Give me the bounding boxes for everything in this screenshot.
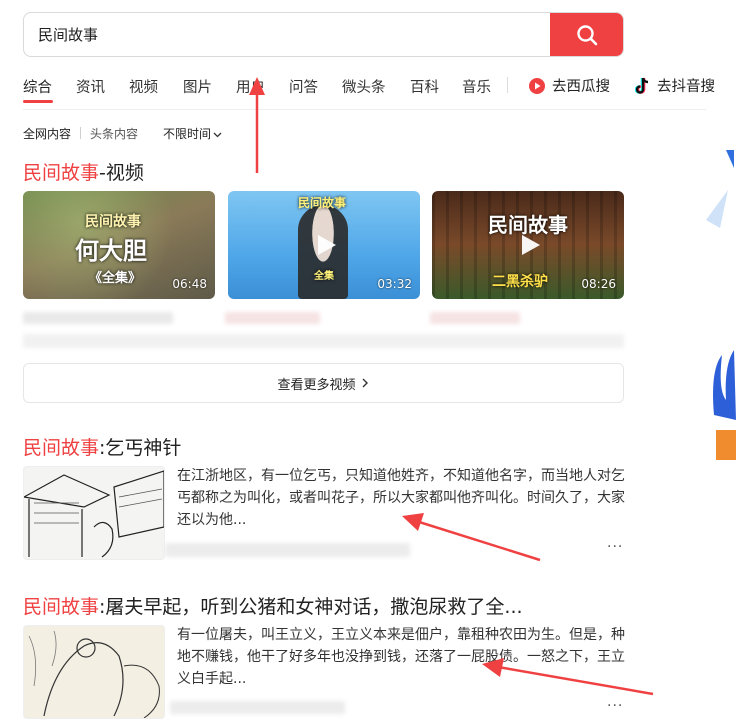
video-overlay-sub: 二黑杀驴 — [492, 274, 548, 290]
filter-all-web[interactable]: 全网内容 — [23, 125, 71, 142]
result-thumbnail[interactable] — [23, 625, 165, 719]
blurred-video-meta — [430, 312, 520, 324]
video-overlay-title: 民间故事 — [488, 213, 568, 237]
chevron-down-icon — [213, 132, 222, 137]
video-section-title[interactable]: 民间故事-视频 — [23, 158, 144, 185]
douyin-search-link[interactable]: 去抖音搜 — [635, 75, 715, 96]
more-videos-label: 查看更多视频 — [277, 377, 356, 393]
search-button[interactable] — [550, 13, 623, 56]
illustration-sketch — [24, 470, 164, 558]
tab-divider — [507, 77, 508, 93]
more-videos-button[interactable]: 查看更多视频 — [23, 363, 624, 403]
tab-all[interactable]: 综合 — [23, 76, 52, 97]
chevron-right-icon — [362, 378, 368, 388]
filter-divider — [80, 127, 81, 139]
video-duration: 08:26 — [581, 277, 616, 291]
tab-images[interactable]: 图片 — [183, 76, 212, 97]
douyin-note-icon — [635, 77, 649, 94]
xigua-search-label: 去西瓜搜 — [552, 79, 610, 95]
search-tabs: 综合 资讯 视频 图片 用户 问答 微头条 百科 音乐 去西瓜搜 去抖音搜 — [23, 72, 715, 106]
more-options-button[interactable]: ··· — [607, 698, 623, 714]
tabs-divider — [23, 109, 706, 110]
result-title-rest: :屠夫早起，听到公猪和女神对话，撒泡尿救了全... — [99, 596, 523, 618]
tab-video[interactable]: 视频 — [129, 76, 158, 97]
result-title-highlight: 民间故事 — [23, 596, 100, 618]
tab-qa[interactable]: 问答 — [289, 76, 318, 97]
active-tab-indicator — [23, 100, 53, 103]
tab-music[interactable]: 音乐 — [462, 76, 491, 97]
search-input[interactable] — [24, 13, 551, 56]
filter-time-label: 不限时间 — [163, 127, 212, 141]
xigua-play-icon — [529, 77, 545, 94]
blurred-video-meta — [225, 312, 320, 324]
search-box — [23, 12, 624, 57]
filter-time[interactable]: 不限时间 — [163, 125, 222, 142]
tab-users[interactable]: 用户 — [236, 76, 265, 97]
right-sidebar-banner — [706, 150, 736, 470]
video-duration: 06:48 — [172, 277, 207, 291]
video-card[interactable]: 民间故事 二黑杀驴 08:26 — [432, 191, 624, 299]
blurred-result-meta — [170, 701, 345, 714]
search-icon — [576, 24, 597, 45]
result-snippet: 在江浙地区，有一位乞丐，只知道他姓齐，不知道他名字，而当地人对乞丐都称之为叫化，… — [177, 468, 625, 528]
video-overlay-sub: 全集 — [314, 271, 334, 282]
filter-toutiao[interactable]: 头条内容 — [90, 125, 138, 142]
more-options-button[interactable]: ··· — [607, 539, 623, 555]
result-title-highlight: 民间故事 — [23, 437, 100, 459]
result-title-rest: :乞丐神针 — [99, 437, 182, 459]
result-title[interactable]: 民间故事:乞丐神针 — [23, 433, 181, 460]
blurred-result-meta — [165, 543, 410, 557]
tab-weitoutiao[interactable]: 微头条 — [342, 76, 386, 97]
video-card[interactable]: 民间故事 全集 03:32 — [228, 191, 420, 299]
video-card[interactable]: 民间故事 何大胆 《全集》 06:48 — [23, 191, 215, 299]
tab-baike[interactable]: 百科 — [410, 76, 439, 97]
video-overlay-title: 民间故事 — [298, 196, 347, 210]
blurred-video-meta — [23, 334, 624, 348]
video-overlay-main: 何大胆 — [75, 237, 147, 265]
video-overlay-sub: 《全集》 — [89, 271, 142, 286]
result-title[interactable]: 民间故事:屠夫早起，听到公猪和女神对话，撒泡尿救了全... — [23, 592, 523, 619]
tab-news[interactable]: 资讯 — [76, 76, 105, 97]
result-snippet: 有一位屠夫，叫王立义，王立义本来是佃户，靠租种农田为生。但是，种地不赚钱，他干了… — [177, 627, 625, 687]
video-duration: 03:32 — [377, 277, 412, 291]
blurred-video-meta — [23, 312, 173, 324]
plant-illustration-icon — [706, 150, 736, 460]
illustration-sketch — [28, 630, 160, 718]
play-icon — [522, 235, 540, 255]
xigua-search-link[interactable]: 去西瓜搜 — [528, 75, 610, 96]
video-section-title-rest: -视频 — [99, 162, 144, 184]
play-icon — [318, 235, 336, 255]
video-overlay-title: 民间故事 — [85, 214, 141, 230]
douyin-search-label: 去抖音搜 — [657, 79, 715, 95]
video-section-title-highlight: 民间故事 — [23, 162, 100, 184]
result-thumbnail[interactable] — [23, 466, 165, 560]
